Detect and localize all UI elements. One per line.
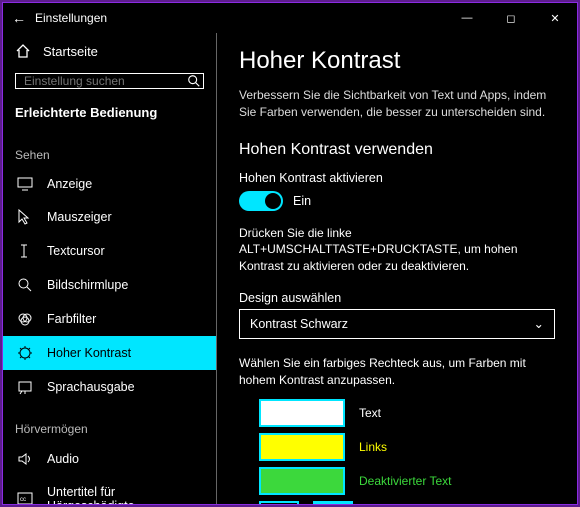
sidebar-item-label: Hoher Kontrast [47, 346, 131, 360]
colorfilter-icon [17, 311, 33, 327]
design-value: Kontrast Schwarz [250, 317, 348, 331]
sidebar-item-label: Farbfilter [47, 312, 96, 326]
section-title: Hohen Kontrast verwenden [239, 141, 555, 159]
group-see: Sehen [3, 130, 216, 168]
search-input[interactable] [16, 74, 187, 88]
svg-text:cc: cc [20, 497, 26, 503]
page-title: Hoher Kontrast [239, 47, 555, 75]
swatch-label-disabled: Deaktivierter Text [359, 474, 451, 488]
swatch-label-links: Links [359, 440, 387, 454]
sidebar-item-label: Textcursor [47, 244, 105, 258]
magnifier-icon [17, 277, 33, 293]
sidebar-item-bildschirmlupe[interactable]: Bildschirmlupe [3, 268, 216, 302]
sidebar-item-label: Mauszeiger [47, 210, 112, 224]
sidebar-item-anzeige[interactable]: Anzeige [3, 168, 216, 200]
home-icon [15, 43, 31, 59]
search-icon [187, 74, 203, 88]
body: Startseite Erleichterte Bedienung Sehen … [3, 33, 577, 504]
home-button[interactable]: Startseite [3, 33, 216, 69]
high-contrast-toggle[interactable] [239, 191, 283, 211]
toggle-label: Hohen Kontrast aktivieren [239, 171, 555, 185]
display-icon [17, 177, 33, 191]
category-label: Erleichterte Bedienung [3, 101, 216, 130]
design-label: Design auswählen [239, 291, 555, 305]
page-description: Verbessern Sie die Sichtbarkeit von Text… [239, 87, 555, 121]
shortcut-hint: Drücken Sie die linke ALT+UMSCHALTTASTE+… [239, 225, 555, 275]
audio-icon [17, 451, 33, 467]
chevron-down-icon: ⌄ [534, 316, 544, 331]
window-title: Einstellungen [35, 11, 445, 25]
sidebar-item-farbfilter[interactable]: Farbfilter [3, 302, 216, 336]
titlebar: ← Einstellungen — ◻ ✕ [3, 3, 577, 33]
cursor-icon [17, 209, 33, 225]
maximize-button[interactable]: ◻ [489, 12, 533, 25]
toggle-state: Ein [293, 194, 311, 208]
group-hear: Hörvermögen [3, 404, 216, 442]
settings-window: ← Einstellungen — ◻ ✕ Startseite Erleich… [2, 2, 578, 505]
sidebar-item-label: Sprachausgabe [47, 380, 135, 394]
swatch-selected-fg[interactable] [259, 501, 299, 504]
sidebar-item-hoher-kontrast[interactable]: Hoher Kontrast [3, 336, 216, 370]
contrast-icon [17, 345, 33, 361]
textcursor-icon [17, 243, 33, 259]
sidebar-item-mauszeiger[interactable]: Mauszeiger [3, 200, 216, 234]
narrator-icon [17, 379, 33, 395]
sidebar-item-untertitel[interactable]: cc Untertitel für Hörgeschädigte [3, 476, 216, 504]
back-button[interactable]: ← [3, 10, 35, 26]
swatch-selected-bg[interactable] [313, 501, 353, 504]
sidebar-item-textcursor[interactable]: Textcursor [3, 234, 216, 268]
sidebar-item-label: Audio [47, 452, 79, 466]
sidebar-item-label: Anzeige [47, 177, 92, 191]
swatch-label-text: Text [359, 406, 381, 420]
sidebar-item-label: Bildschirmlupe [47, 278, 128, 292]
content: Hoher Kontrast Verbessern Sie die Sichtb… [217, 33, 577, 504]
cc-icon: cc [17, 492, 33, 504]
home-label: Startseite [43, 44, 98, 59]
sidebar-item-sprachausgabe[interactable]: Sprachausgabe [3, 370, 216, 404]
swatch-disabled[interactable] [259, 467, 345, 495]
swatch-text[interactable] [259, 399, 345, 427]
sidebar-item-audio[interactable]: Audio [3, 442, 216, 476]
search-box[interactable] [15, 73, 204, 89]
close-button[interactable]: ✕ [533, 12, 577, 25]
design-select[interactable]: Kontrast Schwarz ⌄ [239, 309, 555, 339]
swatch-hint: Wählen Sie ein farbiges Rechteck aus, um… [239, 355, 555, 389]
sidebar-item-label: Untertitel für Hörgeschädigte [47, 485, 202, 504]
minimize-button[interactable]: — [445, 12, 489, 24]
swatch-links[interactable] [259, 433, 345, 461]
sidebar: Startseite Erleichterte Bedienung Sehen … [3, 33, 217, 504]
